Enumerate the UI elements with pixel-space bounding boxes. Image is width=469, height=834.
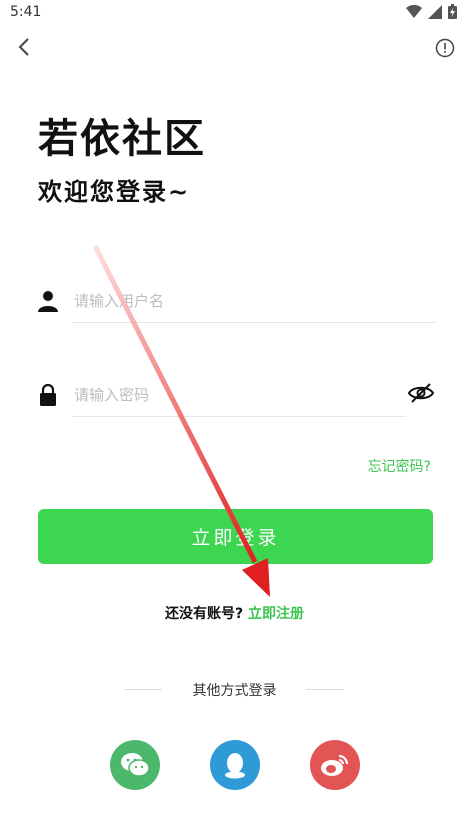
- user-icon: [38, 291, 58, 312]
- register-link[interactable]: 立即注册: [248, 606, 304, 622]
- status-icons: [406, 4, 457, 19]
- page-title: 若依社区: [38, 116, 206, 162]
- wechat-icon: [121, 753, 150, 777]
- qq-login-button[interactable]: [210, 740, 260, 790]
- forgot-password-link[interactable]: 忘记密码?: [368, 456, 431, 476]
- weibo-icon: [321, 754, 349, 776]
- weibo-login-button[interactable]: [310, 740, 360, 790]
- username-row: [36, 280, 436, 326]
- other-login-label: 其他方式登录: [192, 683, 277, 699]
- password-row: [36, 374, 434, 420]
- username-input[interactable]: [72, 280, 436, 323]
- signal-icon: [428, 4, 442, 19]
- page-subtitle: 欢迎您登录~: [38, 178, 191, 206]
- back-arrow-icon[interactable]: [14, 36, 36, 58]
- register-prompt: 还没有账号?: [165, 606, 244, 622]
- lock-icon: [40, 384, 56, 406]
- login-button[interactable]: 立即登录: [38, 509, 433, 564]
- qq-icon: [225, 753, 245, 779]
- divider-right: [306, 689, 344, 690]
- password-input[interactable]: [72, 374, 406, 417]
- wifi-icon: [406, 4, 422, 18]
- info-icon[interactable]: [435, 38, 455, 58]
- status-time: 5:41: [10, 4, 42, 20]
- wechat-login-button[interactable]: [110, 740, 160, 790]
- register-line: 还没有账号? 立即注册: [0, 603, 469, 623]
- battery-icon: [448, 4, 457, 19]
- eye-off-icon[interactable]: [408, 382, 434, 404]
